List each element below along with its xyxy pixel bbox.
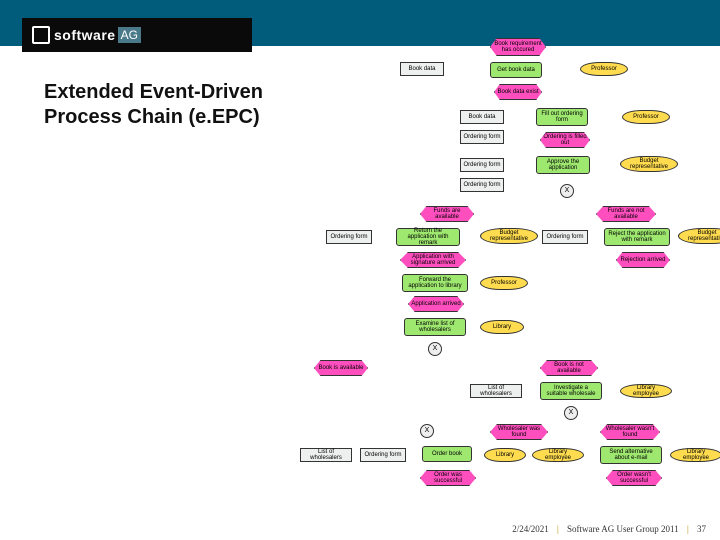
connector-c2: X bbox=[428, 342, 442, 356]
function-f9: Send alternative about e-mail bbox=[600, 446, 662, 464]
function-f10: Order book bbox=[422, 446, 472, 462]
function-f2: Fill out ordering form bbox=[536, 108, 588, 126]
org-unit-o7: Library bbox=[480, 320, 524, 334]
event-e14: Order was successful bbox=[420, 470, 476, 486]
org-unit-o4: Budget representative bbox=[480, 228, 538, 244]
footer-group: Software AG User Group 2011 bbox=[567, 524, 679, 534]
connector-c1: X bbox=[560, 184, 574, 198]
function-f1: Get book data bbox=[490, 62, 542, 78]
brand-logo: software AG bbox=[22, 18, 252, 52]
data-object-d1: Book data bbox=[400, 62, 444, 76]
event-e10: Book is not available bbox=[540, 360, 598, 376]
footer-sep-icon: | bbox=[687, 524, 689, 534]
data-object-d5: Ordering form bbox=[460, 178, 504, 192]
brand-mark-icon bbox=[32, 26, 50, 44]
epc-diagram: Book requirement has occured Book data Get… bbox=[280, 38, 710, 508]
footer-date: 2/24/2021 bbox=[512, 524, 549, 534]
org-unit-o5: Budget representative bbox=[678, 228, 720, 244]
org-unit-o1: Professor bbox=[580, 62, 628, 76]
org-unit-o10: Library bbox=[484, 448, 526, 462]
function-f6: Forward the application to library bbox=[402, 274, 468, 292]
org-unit-o3: Budget representative bbox=[620, 156, 678, 172]
org-unit-o8: Library employee bbox=[620, 384, 672, 398]
event-e11: Wholesaler was found bbox=[490, 424, 548, 440]
event-e12: Wholesaler wasn't found bbox=[600, 424, 660, 440]
brand-suffix: AG bbox=[118, 27, 141, 43]
function-f3: Approve the application bbox=[536, 156, 590, 174]
data-object-d4: Ordering form bbox=[460, 158, 504, 172]
footer-page: 37 bbox=[697, 524, 706, 534]
brand-text: software bbox=[54, 27, 116, 43]
data-object-d8: List of wholesalers bbox=[470, 384, 522, 398]
org-unit-o9: Library employee bbox=[670, 448, 720, 462]
data-object-d3: Ordering form bbox=[460, 130, 504, 144]
function-f8: Investigate a suitable wholesale bbox=[540, 382, 602, 400]
event-e8: Application arrived bbox=[408, 296, 464, 312]
org-unit-o6: Professor bbox=[480, 276, 528, 290]
data-object-d9: List of wholesalers bbox=[300, 448, 352, 462]
connector-c5: X bbox=[420, 424, 434, 438]
data-object-d10: Ordering form bbox=[360, 448, 406, 462]
event-e2: Book data exist bbox=[494, 84, 542, 100]
connector-c3: X bbox=[564, 406, 578, 420]
event-e7: Rejection arrived bbox=[616, 252, 670, 268]
data-object-d2: Book data bbox=[460, 110, 504, 124]
org-unit-o11: Library employee bbox=[532, 448, 584, 462]
event-e9: Book is available bbox=[314, 360, 368, 376]
data-object-d6: Ordering form bbox=[326, 230, 372, 244]
event-e6: Application with signature arrived bbox=[400, 252, 466, 268]
function-f4: Return the application with remark bbox=[396, 228, 460, 246]
org-unit-o2: Professor bbox=[622, 110, 670, 124]
event-e1: Book requirement has occured bbox=[490, 38, 546, 56]
slide-footer: 2/24/2021 | Software AG User Group 2011 … bbox=[512, 524, 706, 534]
function-f7: Examine list of wholesalers bbox=[404, 318, 466, 336]
event-e3: Ordering is filled out bbox=[540, 132, 590, 148]
function-f5: Reject the application with remark bbox=[604, 228, 670, 246]
event-e13: Order wasn't successful bbox=[606, 470, 662, 486]
data-object-d7: Ordering form bbox=[542, 230, 588, 244]
event-e4: Funds are available bbox=[420, 206, 474, 222]
event-e5: Funds are not available bbox=[596, 206, 656, 222]
page-title: Extended Event-Driven Process Chain (e.E… bbox=[44, 80, 304, 130]
footer-sep-icon: | bbox=[557, 524, 559, 534]
